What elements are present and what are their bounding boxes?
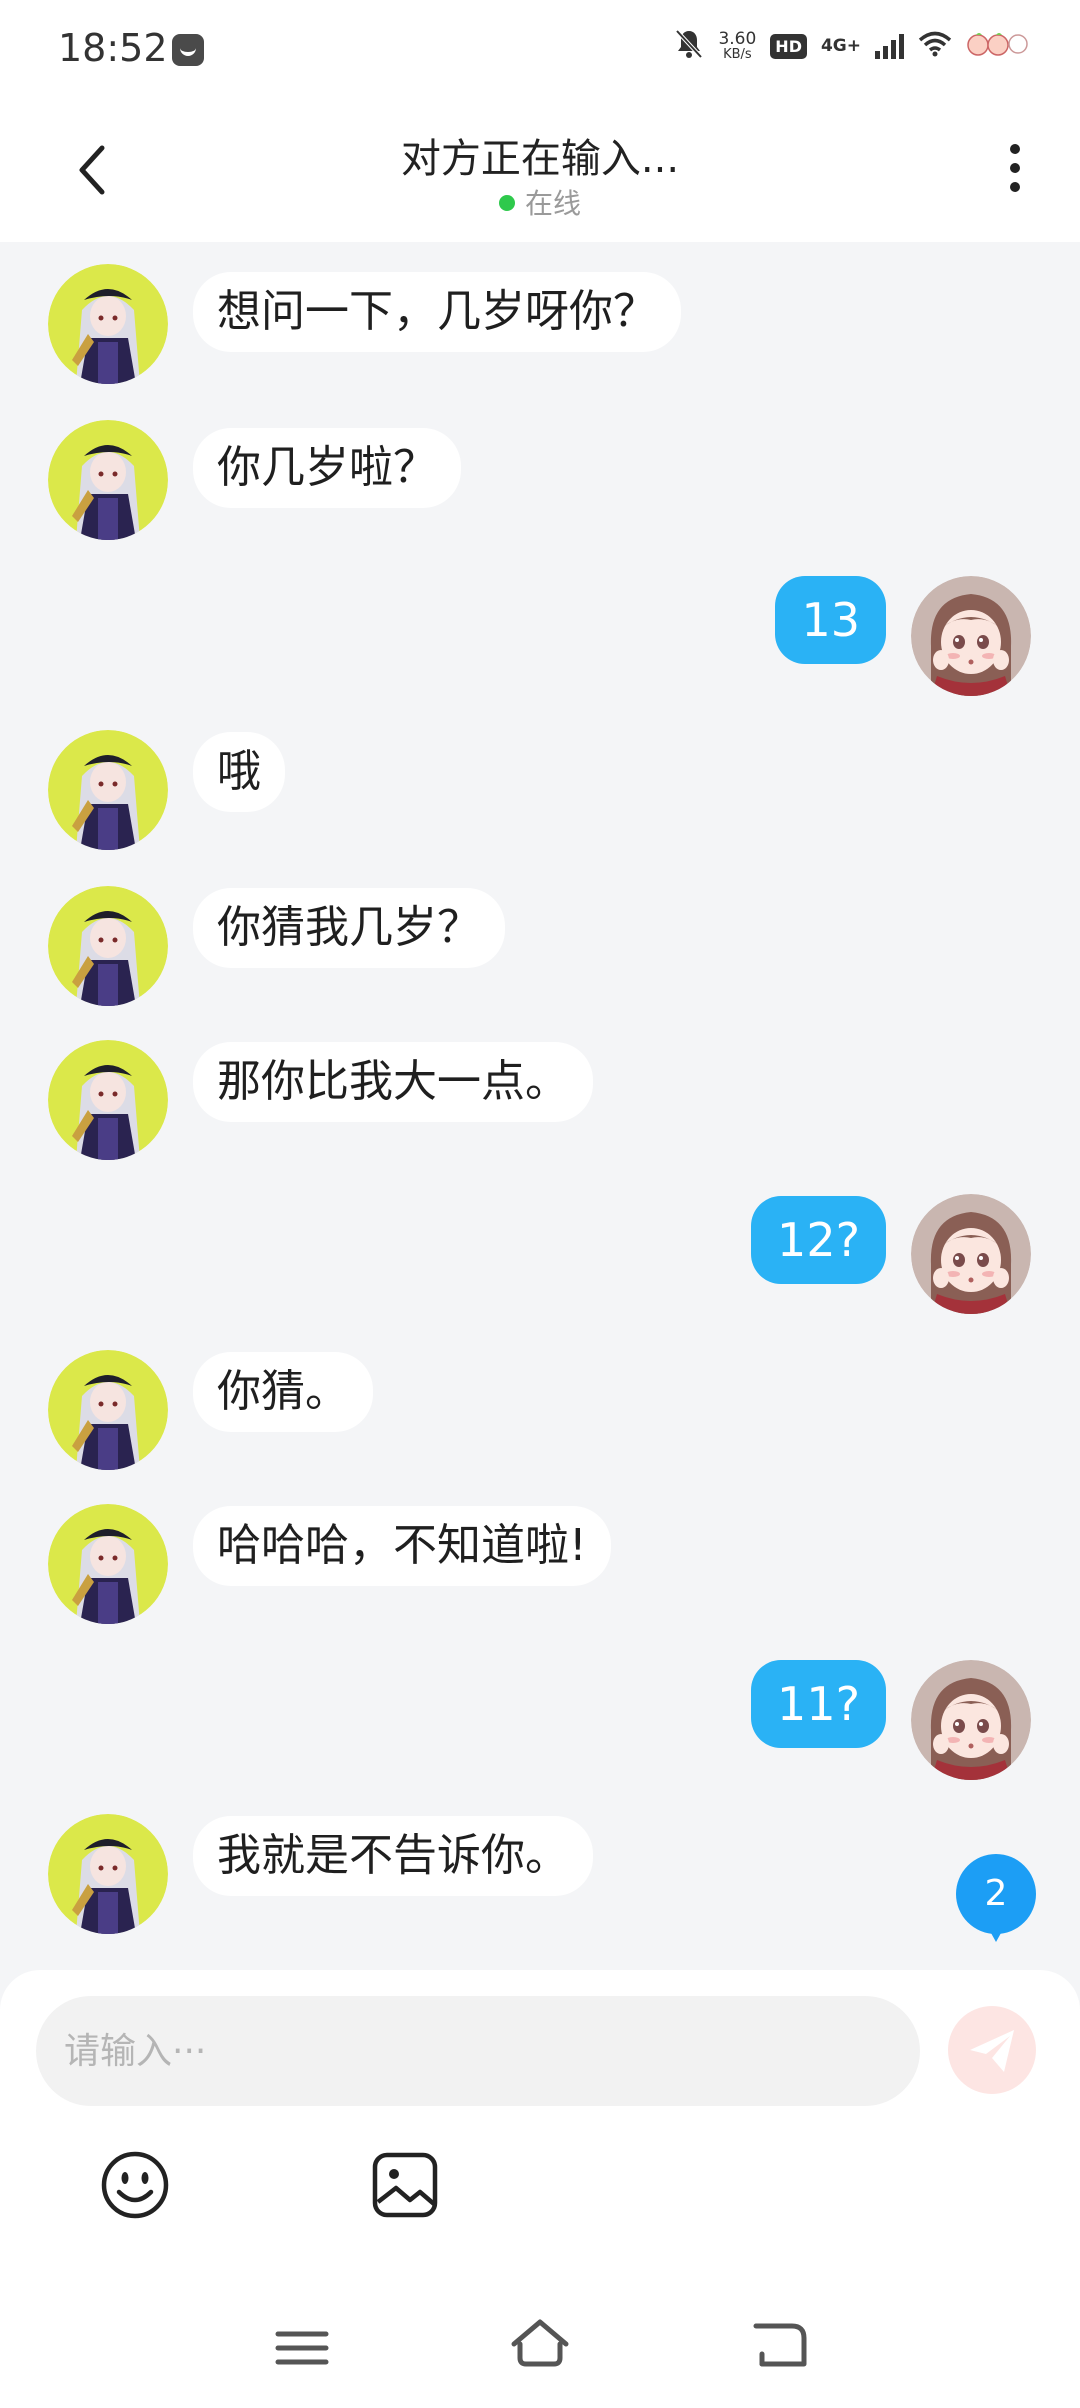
message-input[interactable]	[36, 1996, 920, 2106]
presence-status: 在线	[0, 182, 1080, 222]
battery-peach-icon	[966, 30, 1032, 62]
message-incoming: 想问一下，几岁呀你？	[0, 264, 1080, 384]
status-bar: 18:52 3.60 KB/s HD 4G+	[0, 0, 1080, 100]
message-bubble[interactable]: 那你比我大一点。	[193, 1042, 593, 1122]
message-incoming: 哦	[0, 730, 1080, 850]
emoji-icon	[101, 2151, 169, 2219]
hd-badge: HD	[770, 33, 807, 59]
nav-home-button[interactable]	[508, 2314, 572, 2378]
badge-tail	[986, 1924, 1006, 1942]
status-indicators: 3.60 KB/s HD 4G+	[674, 28, 1032, 64]
my-avatar[interactable]	[911, 576, 1031, 696]
back-arrow-icon	[753, 2323, 807, 2367]
message-bubble[interactable]: 想问一下，几岁呀你？	[193, 272, 681, 352]
message-bubble[interactable]: 哈哈哈，不知道啦!	[193, 1506, 611, 1586]
chat-header: 对方正在输入... 在线	[0, 100, 1080, 242]
notification-app-icon	[172, 34, 204, 66]
message-list[interactable]: 想问一下，几岁呀你？ 你几岁啦？ 13 哦 你猜我几岁？ 那你比我大一点。 12…	[0, 242, 1080, 1972]
more-dot	[1010, 182, 1020, 192]
contact-avatar[interactable]	[48, 730, 168, 850]
network-speed-value: 3.60	[718, 29, 757, 49]
presence-text: 在线	[524, 187, 581, 220]
status-time: 18:52	[58, 26, 168, 70]
message-bubble[interactable]: 哦	[193, 732, 285, 812]
nav-back-button[interactable]	[748, 2314, 812, 2378]
message-bubble[interactable]: 你猜我几岁？	[193, 888, 505, 968]
message-bubble[interactable]: 13	[775, 576, 886, 664]
message-outgoing: 12?	[0, 1194, 1080, 1314]
message-incoming: 那你比我大一点。	[0, 1040, 1080, 1160]
more-dot	[1010, 163, 1020, 173]
message-incoming: 哈哈哈，不知道啦!	[0, 1504, 1080, 1624]
signal-label: 4G+	[820, 35, 861, 56]
send-icon	[970, 2030, 1014, 2072]
more-options-button[interactable]	[990, 144, 1040, 200]
wifi-icon	[918, 31, 952, 61]
network-speed-unit: KB/s	[723, 47, 752, 62]
contact-avatar[interactable]	[48, 886, 168, 1006]
chat-title: 对方正在输入...	[400, 136, 680, 182]
nav-recents-button[interactable]	[272, 2318, 332, 2378]
network-speed: 3.60 KB/s	[718, 29, 757, 62]
contact-avatar[interactable]	[48, 1814, 168, 1934]
message-incoming: 你猜。	[0, 1350, 1080, 1470]
send-button[interactable]	[948, 2006, 1036, 2094]
unread-count: 2	[956, 1854, 1036, 1934]
online-dot-icon	[498, 195, 515, 211]
contact-avatar[interactable]	[48, 1350, 168, 1470]
message-bubble[interactable]: 12?	[751, 1196, 886, 1284]
menu-icon	[275, 2331, 329, 2365]
message-incoming: 你几岁啦？	[0, 420, 1080, 540]
home-icon	[511, 2319, 569, 2367]
image-icon	[372, 2152, 438, 2218]
message-bubble[interactable]: 你猜。	[193, 1352, 373, 1432]
contact-avatar[interactable]	[48, 264, 168, 384]
emoji-button[interactable]	[100, 2150, 170, 2220]
mute-bell-icon	[674, 28, 704, 64]
more-dot	[1010, 144, 1020, 154]
signal-bars-icon	[875, 33, 904, 59]
contact-avatar[interactable]	[48, 420, 168, 540]
my-avatar[interactable]	[911, 1660, 1031, 1780]
message-outgoing: 11?	[0, 1660, 1080, 1780]
message-outgoing: 13	[0, 576, 1080, 696]
unread-count-badge[interactable]: 2	[956, 1854, 1036, 1942]
image-picker-button[interactable]	[370, 2150, 440, 2220]
message-incoming: 我就是不告诉你。	[0, 1814, 1080, 1934]
message-incoming: 你猜我几岁？	[0, 886, 1080, 1006]
contact-avatar[interactable]	[48, 1504, 168, 1624]
contact-avatar[interactable]	[48, 1040, 168, 1160]
message-bubble[interactable]: 你几岁啦？	[193, 428, 461, 508]
message-bubble[interactable]: 11?	[751, 1660, 886, 1748]
message-bubble[interactable]: 我就是不告诉你。	[193, 1816, 593, 1896]
my-avatar[interactable]	[911, 1194, 1031, 1314]
